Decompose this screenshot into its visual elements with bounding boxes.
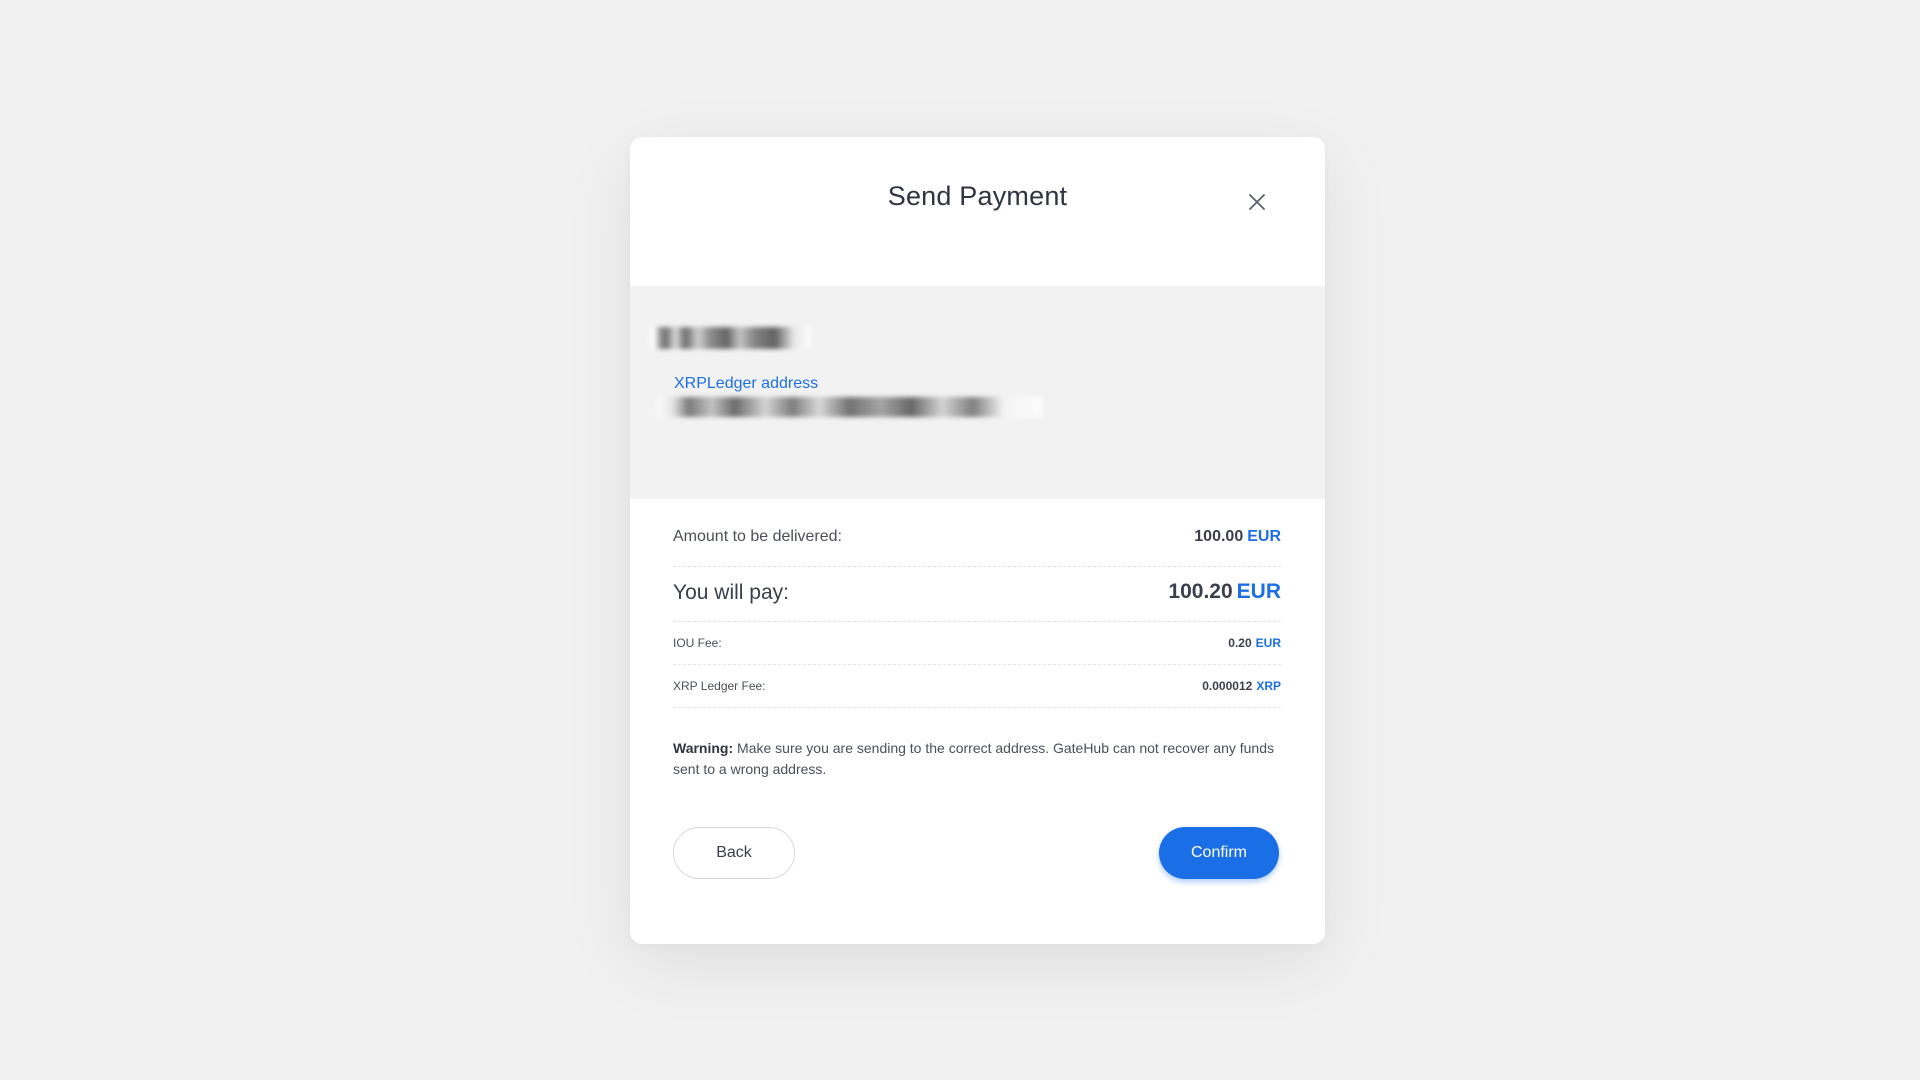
amount-delivered-label: Amount to be delivered: [673,528,842,545]
recipient-name-redacted [650,327,810,349]
amount-delivered-row: Amount to be delivered: 100.00 EUR [673,512,1281,567]
xrpledger-address-label: XRPLedger address [674,375,819,392]
recipient-address-redacted [658,397,1042,417]
confirm-button[interactable]: Confirm [1159,827,1279,879]
xrp-ledger-fee-label: XRP Ledger Fee: [673,679,766,693]
send-payment-modal: Send Payment XRPLedger address Amount to… [630,137,1325,944]
warning-title: Warning: [673,740,734,756]
warning-text: Make sure you are sending to the correct… [673,740,1274,777]
you-will-pay-currency: EUR [1236,580,1281,603]
amount-delivered-number: 100.00 [1194,528,1244,545]
warning-message: Warning: Make sure you are sending to th… [673,738,1283,780]
iou-fee-label: IOU Fee: [673,636,722,650]
amount-delivered-currency: EUR [1247,528,1281,545]
amount-delivered-value: 100.00 EUR [1194,528,1281,546]
modal-header: Send Payment [630,137,1325,286]
you-will-pay-row: You will pay: 100.20 EUR [673,567,1281,622]
xrp-ledger-fee-number: 0.000012 [1202,679,1253,693]
you-will-pay-number: 100.20 [1168,580,1233,603]
xrp-ledger-fee-row: XRP Ledger Fee: 0.000012 XRP [673,665,1281,708]
xrp-ledger-fee-currency: XRP [1256,679,1281,693]
close-button[interactable] [1238,183,1276,221]
iou-fee-value: 0.20 EUR [1228,636,1281,650]
iou-fee-currency: EUR [1255,636,1281,650]
modal-title: Send Payment [887,181,1068,211]
close-icon [1249,194,1265,210]
payment-details: Amount to be delivered: 100.00 EUR You wi… [673,512,1281,708]
iou-fee-row: IOU Fee: 0.20 EUR [673,622,1281,665]
xrp-ledger-fee-value: 0.000012 XRP [1202,679,1281,693]
back-button[interactable]: Back [673,827,795,879]
you-will-pay-label: You will pay: [673,581,789,604]
iou-fee-number: 0.20 [1228,636,1252,650]
recipient-panel: XRPLedger address [630,286,1325,499]
you-will-pay-value: 100.20 EUR [1168,580,1281,604]
